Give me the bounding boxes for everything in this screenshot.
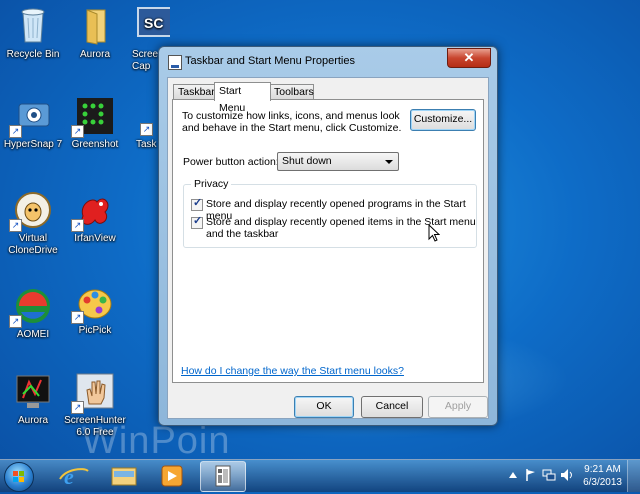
ok-button[interactable]: OK xyxy=(294,396,354,418)
folder-icon xyxy=(75,6,115,46)
clonedrive-sheep-icon: ↗ xyxy=(9,190,53,232)
help-link[interactable]: How do I change the way the Start menu l… xyxy=(181,365,404,377)
customize-button[interactable]: Customize... xyxy=(410,109,476,131)
clock[interactable]: 9:21 AM 6/3/2013 xyxy=(583,463,622,489)
desktop-icon-picpick[interactable]: ↗ PicPick xyxy=(62,282,128,337)
start-menu-panel: To customize how links, icons, and menus… xyxy=(172,99,484,383)
desktop-icon-screenhunter[interactable]: ↗ ScreenHunter 6.0 Free xyxy=(62,372,128,439)
desktop-icon-label: AOMEI xyxy=(16,329,50,340)
desktop-icon-label: Aurora xyxy=(17,415,48,426)
desktop-icon-label: PicPick xyxy=(78,325,112,336)
taskbar-windows-explorer[interactable] xyxy=(102,461,146,490)
aomei-icon: ↗ xyxy=(9,286,53,328)
tab-taskbar[interactable]: Taskbar xyxy=(173,84,215,100)
desktop-icon-aurora-folder[interactable]: Aurora xyxy=(62,6,128,61)
media-player-icon xyxy=(161,465,183,487)
hypersnap-icon: ↗ xyxy=(9,96,53,138)
action-center-flag-icon[interactable] xyxy=(524,468,538,482)
dialog-client-area: Taskbar Start Menu Toolbars To customize… xyxy=(167,77,489,419)
power-button-value: Shut down xyxy=(282,155,332,167)
screencap-icon: SC xyxy=(136,6,170,46)
internet-explorer-icon: e xyxy=(59,464,89,489)
desktop-icon-label: ScreenHunter 6.0 Free xyxy=(64,415,126,438)
windows-logo-icon xyxy=(13,471,24,482)
desktop-icon-aomei[interactable]: ↗ AOMEI xyxy=(0,286,66,341)
greenshot-icon: ↗ xyxy=(71,96,115,138)
taskbar-properties-icon xyxy=(215,465,231,487)
checkbox-checked-icon[interactable] xyxy=(191,197,203,211)
cancel-button[interactable]: Cancel xyxy=(361,396,423,418)
svg-text:e: e xyxy=(64,464,74,489)
desktop-icon-irfanview[interactable]: ↗ IrfanView xyxy=(62,190,128,245)
desktop-icon-hypersnap[interactable]: ↗ HyperSnap 7 xyxy=(0,96,66,151)
desktop-icon-label: Greenshot xyxy=(71,139,119,150)
apply-button[interactable]: Apply xyxy=(428,396,488,418)
screenhunter-hand-icon: ↗ xyxy=(71,372,115,414)
desktop-icon-aurora-app[interactable]: Aurora xyxy=(0,372,66,427)
svg-text:SC: SC xyxy=(144,15,163,31)
privacy-title: Privacy xyxy=(191,178,232,190)
clock-time: 9:21 AM xyxy=(584,464,621,475)
desktop-icon-label: Aurora xyxy=(79,49,110,60)
recycle-bin-icon xyxy=(13,6,53,46)
power-button-select[interactable]: Shut down xyxy=(277,152,399,171)
shortcut-arrow-icon: ↗ xyxy=(9,125,22,138)
picpick-icon: ↗ xyxy=(71,282,115,324)
desktop-icon-label: HyperSnap 7 xyxy=(3,139,63,150)
system-tray: 9:21 AM 6/3/2013 xyxy=(500,460,640,492)
taskbar-properties-icon xyxy=(168,55,182,70)
customize-description: To customize how links, icons, and menus… xyxy=(182,110,402,134)
shortcut-arrow-icon: ↗ xyxy=(140,123,153,136)
title-bar[interactable]: Taskbar and Start Menu Properties ✕ xyxy=(159,47,497,75)
taskbar-internet-explorer[interactable]: e xyxy=(52,461,96,490)
network-icon[interactable] xyxy=(542,468,556,482)
power-button-label: Power button action: xyxy=(183,156,279,168)
desktop-icon-label: Virtual CloneDrive xyxy=(8,233,58,256)
show-hidden-icons-icon[interactable] xyxy=(508,470,518,480)
chevron-down-icon xyxy=(385,160,393,164)
desktop-icon-label: IrfanView xyxy=(74,233,116,244)
properties-window: Taskbar and Start Menu Properties ✕ Task… xyxy=(158,46,498,426)
taskbar-properties-window[interactable] xyxy=(200,461,246,492)
shortcut-arrow-icon: ↗ xyxy=(9,315,22,328)
desktop-icon-recycle-bin[interactable]: Recycle Bin xyxy=(0,6,66,61)
window-title: Taskbar and Start Menu Properties xyxy=(185,55,355,67)
desktop-icon-task[interactable]: ↗ Task xyxy=(126,96,162,151)
shortcut-arrow-icon: ↗ xyxy=(9,219,22,232)
irfanview-icon: ↗ xyxy=(71,190,115,232)
shortcut-arrow-icon: ↗ xyxy=(71,125,84,138)
shortcut-arrow-icon: ↗ xyxy=(71,311,84,324)
shortcut-arrow-icon: ↗ xyxy=(71,219,84,232)
desktop-icon-virtual-clonedrive[interactable]: ↗ Virtual CloneDrive xyxy=(0,190,66,257)
checkbox-checked-icon[interactable] xyxy=(191,215,203,229)
desktop-icon-label: Task xyxy=(136,139,157,150)
desktop-icon-label: Recycle Bin xyxy=(6,49,60,60)
taskbar-media-player[interactable] xyxy=(150,461,194,490)
shortcut-arrow-icon: ↗ xyxy=(71,401,84,414)
clock-date: 6/3/2013 xyxy=(583,477,622,488)
start-button[interactable] xyxy=(4,462,34,492)
taskbar: e 9:21 AM 6/3/2013 xyxy=(0,459,640,492)
windows-explorer-icon xyxy=(111,467,137,486)
show-desktop-button[interactable] xyxy=(627,460,640,492)
tab-start-menu[interactable]: Start Menu xyxy=(214,82,271,114)
tab-toolbars[interactable]: Toolbars xyxy=(269,84,314,100)
desktop-icon-greenshot[interactable]: ↗ Greenshot xyxy=(62,96,128,151)
volume-icon[interactable] xyxy=(560,468,574,482)
aurora-monitor-icon xyxy=(13,372,53,412)
close-button[interactable]: ✕ xyxy=(447,48,491,68)
